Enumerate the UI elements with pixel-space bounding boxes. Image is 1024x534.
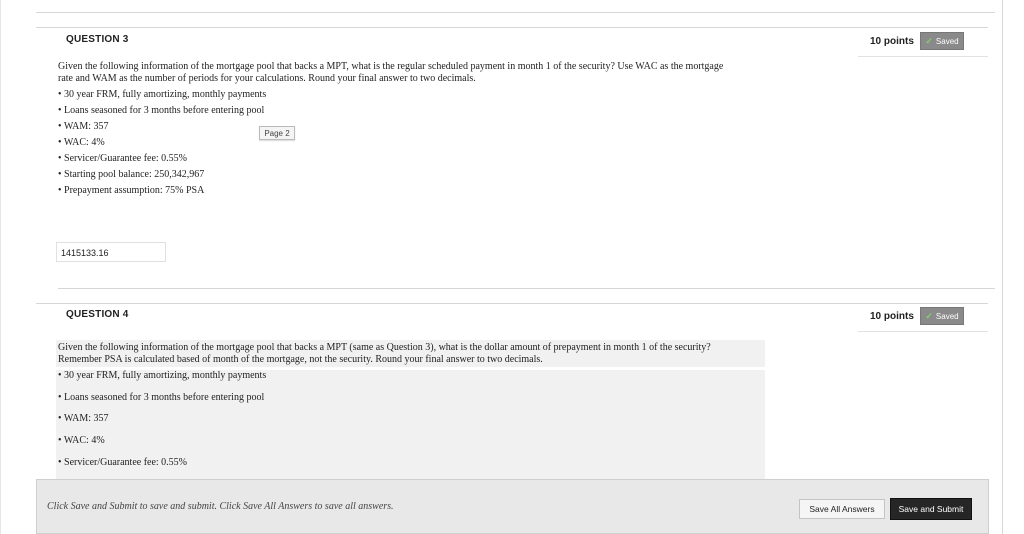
q4-bullet: • WAC: 4% — [58, 435, 105, 446]
q3-bullet: • WAC: 4% — [58, 137, 105, 148]
save-and-submit-button[interactable]: Save and Submit — [890, 498, 972, 520]
q4-points-underline — [858, 331, 988, 332]
q4-bullet: • Servicer/Guarantee fee: 0.55% — [58, 457, 188, 468]
q3-question-line2: rate and WAM as the number of periods fo… — [58, 73, 476, 84]
submit-bar: Click Save and Submit to save and submit… — [36, 479, 989, 534]
q3-question-line1: Given the following information of the m… — [58, 61, 724, 72]
top-divider — [36, 12, 995, 13]
q3-bullet: • Loans seasoned for 3 months before ent… — [58, 105, 265, 116]
q3-bottom-divider — [58, 288, 995, 289]
q3-bullet: • 30 year FRM, fully amortizing, monthly… — [58, 89, 267, 100]
q3-bullet: • Prepayment assumption: 75% PSA — [58, 185, 205, 196]
page-tag: Page 2 — [259, 126, 295, 140]
q4-points: 10 points — [870, 311, 914, 322]
submit-instructions: Click Save and Submit to save and submit… — [47, 501, 394, 512]
save-all-answers-button[interactable]: Save All Answers — [799, 499, 885, 519]
q4-saved-badge: ✓ Saved — [920, 307, 964, 325]
q3-header-line — [36, 27, 988, 28]
q3-answer-field[interactable]: 1415133.16 — [56, 242, 166, 262]
q4-bullet: • 30 year FRM, fully amortizing, monthly… — [58, 370, 267, 381]
q3-bullet: • Servicer/Guarantee fee: 0.55% — [58, 153, 188, 164]
page-left-border — [0, 0, 1, 534]
checkmark-icon: ✓ — [925, 35, 933, 46]
q3-bullet: • Starting pool balance: 250,342,967 — [58, 169, 205, 180]
checkmark-icon: ✓ — [925, 310, 933, 321]
q3-points: 10 points — [870, 36, 914, 47]
q3-title: QUESTION 3 — [66, 34, 129, 45]
q3-bullet: • WAM: 357 — [58, 121, 109, 132]
q4-question-line2: Remember PSA is calculated based of mont… — [58, 354, 543, 365]
saved-label: Saved — [935, 311, 959, 321]
page-right-border — [1002, 0, 1003, 534]
q3-points-underline — [858, 56, 988, 57]
q3-saved-badge: ✓ Saved — [920, 32, 964, 50]
q4-bullet: • WAM: 357 — [58, 413, 109, 424]
q4-bullet: • Loans seasoned for 3 months before ent… — [58, 392, 265, 403]
q4-title: QUESTION 4 — [66, 309, 129, 320]
q4-header-line — [36, 303, 988, 304]
q4-question-line1: Given the following information of the m… — [58, 342, 711, 353]
saved-label: Saved — [935, 36, 959, 46]
